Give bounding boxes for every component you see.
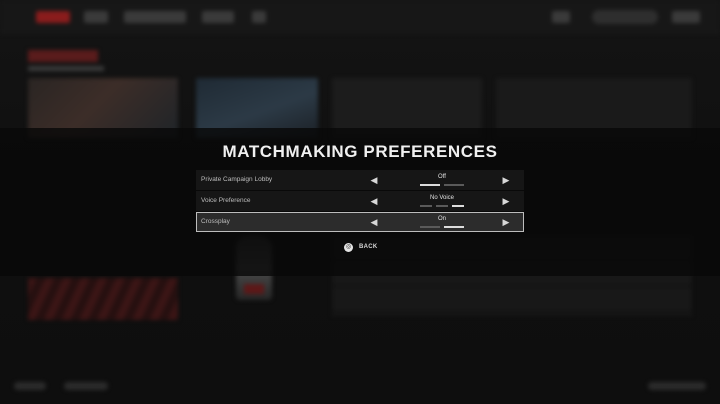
- top-tab: [672, 11, 700, 23]
- option-pip: [444, 184, 464, 186]
- option-pip: [436, 205, 448, 207]
- option-label: Voice Preference: [201, 197, 251, 204]
- top-tab: [124, 11, 186, 23]
- option-row-crossplay[interactable]: Crossplay ◀ On ▶: [196, 212, 524, 232]
- option-indicator: [420, 184, 464, 186]
- option-pip: [420, 205, 432, 207]
- footer-hint: [648, 382, 706, 390]
- modal-title: MATCHMAKING PREFERENCES: [222, 142, 498, 161]
- top-status-indicator: [552, 11, 570, 23]
- arrow-left-icon[interactable]: ◀: [369, 175, 379, 185]
- top-tab: [202, 11, 234, 23]
- option-value: Off: [438, 174, 446, 180]
- option-value: No Voice: [429, 195, 454, 201]
- option-label: Crossplay: [201, 218, 230, 225]
- option-pip: [420, 226, 440, 228]
- footer-hint: [64, 382, 108, 390]
- player-badge: [592, 10, 658, 24]
- option-pip: [444, 226, 464, 228]
- option-label: Private Campaign Lobby: [201, 176, 273, 183]
- arrow-right-icon[interactable]: ▶: [501, 196, 511, 206]
- option-indicator: [420, 226, 464, 228]
- option-indicator: [420, 205, 464, 207]
- top-navigation-bar: [0, 0, 720, 34]
- section-subtext-blur: [28, 66, 104, 71]
- option-row-voice-preference[interactable]: Voice Preference ◀ No Voice ▶: [196, 191, 524, 211]
- character-detail: [244, 284, 264, 294]
- arrow-left-icon[interactable]: ◀: [369, 217, 379, 227]
- option-value: On: [437, 216, 446, 222]
- section-header-blur: [28, 50, 98, 62]
- top-tab-active: [36, 11, 70, 23]
- option-row-private-campaign-lobby[interactable]: Private Campaign Lobby ◀ Off ▶: [196, 170, 524, 190]
- arrow-left-icon[interactable]: ◀: [369, 196, 379, 206]
- footer-hint: [14, 382, 46, 390]
- options-list: Private Campaign Lobby ◀ Off ▶ Voice Pre…: [196, 170, 524, 233]
- circle-button-icon: ◎: [344, 242, 353, 252]
- top-tab: [84, 11, 108, 23]
- back-button[interactable]: ◎ BACK: [344, 241, 378, 253]
- arrow-right-icon[interactable]: ▶: [501, 175, 511, 185]
- option-pip: [452, 205, 464, 207]
- arrow-right-icon[interactable]: ▶: [501, 217, 511, 227]
- bottom-card-image: [28, 278, 178, 320]
- option-pip: [420, 184, 440, 186]
- top-tab-icon: [252, 11, 266, 23]
- game-screen: MATCHMAKING PREFERENCES Private Campaign…: [0, 0, 720, 404]
- back-label: BACK: [359, 244, 378, 250]
